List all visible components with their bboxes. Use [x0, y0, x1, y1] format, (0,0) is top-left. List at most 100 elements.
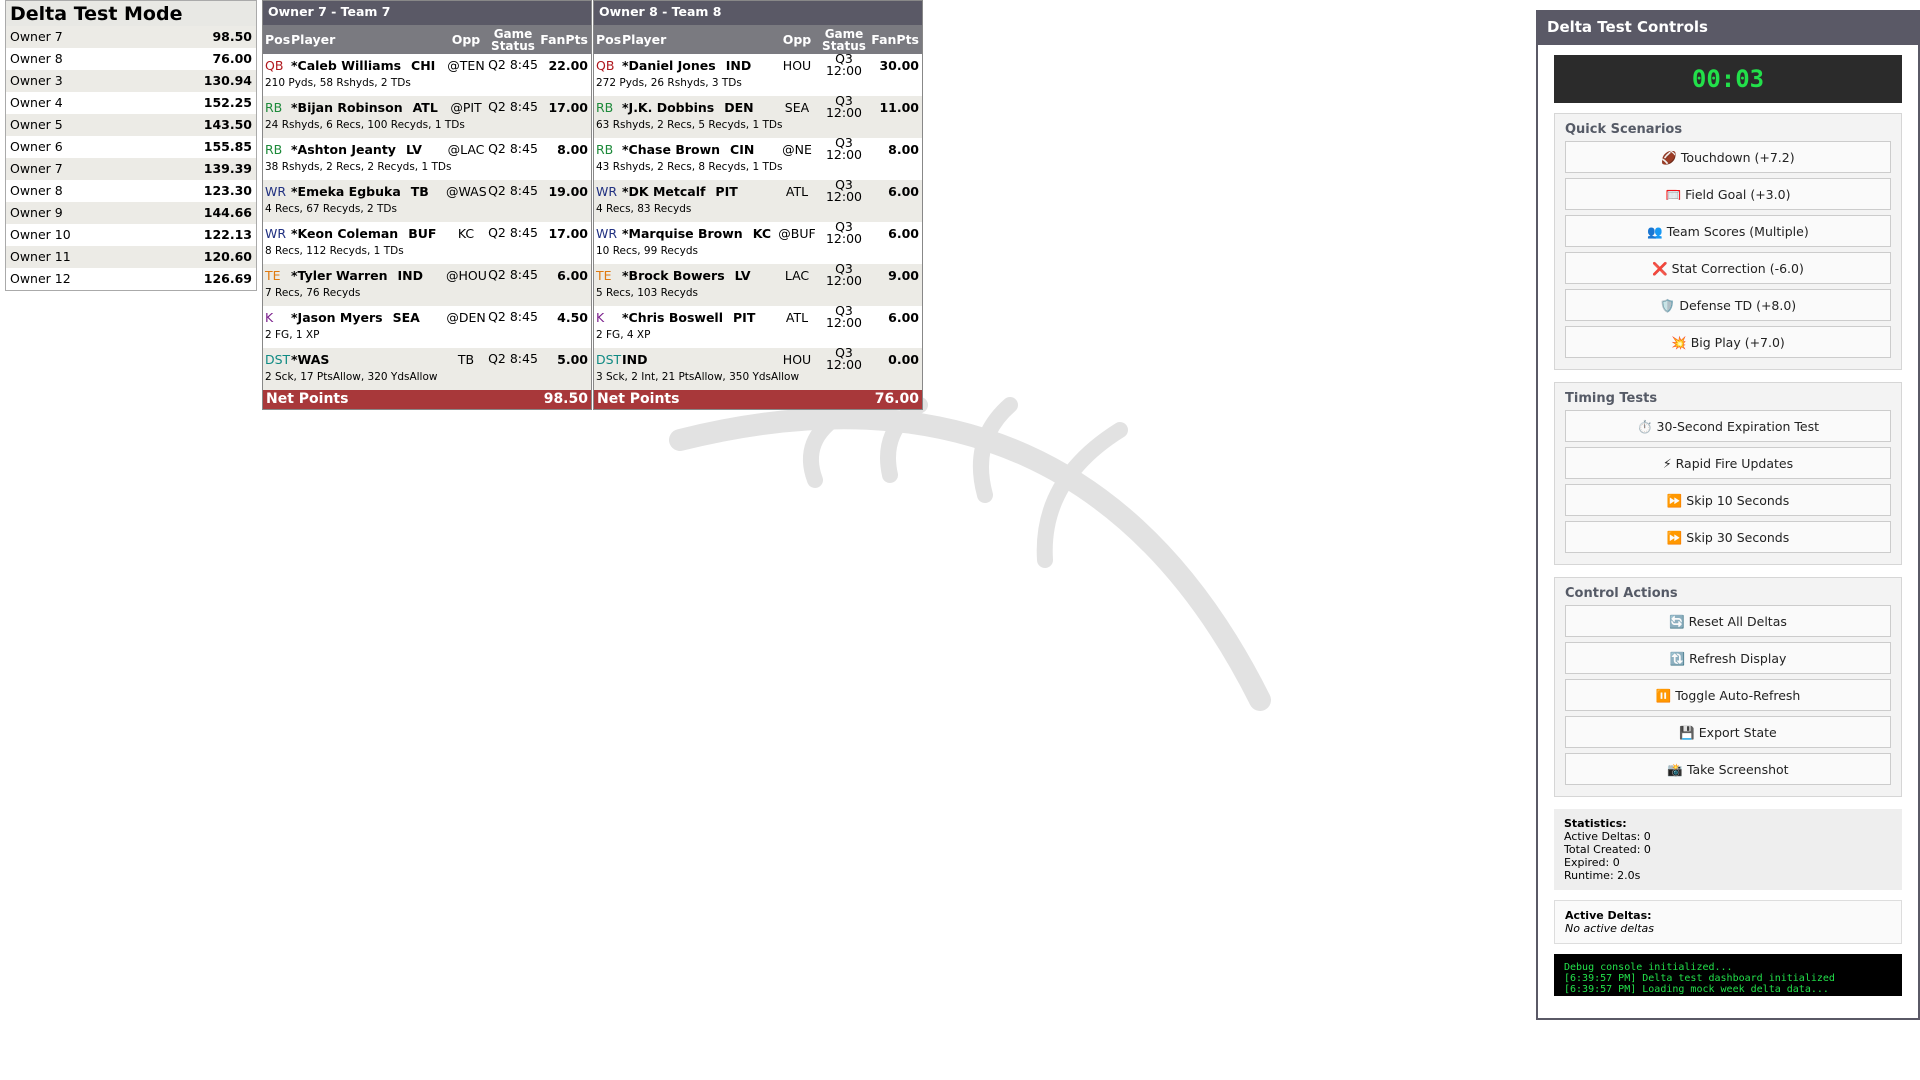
player-row[interactable]: DST IND HOU Q3 12:00 0.00 3 Sck, 2 Int, 21 Pt…: [594, 346, 922, 390]
player-name[interactable]: *Bijan Robinson: [291, 100, 403, 115]
owner-name: Owner 12: [10, 271, 71, 286]
scenario-team-scores-multiple-button[interactable]: 👥 Team Scores (Multiple): [1565, 215, 1891, 247]
player-stat-line: 7 Recs, 76 Recyds: [265, 287, 361, 299]
standings-row[interactable]: Owner 7 139.39: [6, 158, 256, 180]
player-row[interactable]: RB *Bijan Robinson ATL @PIT Q2 8:45 17.00 24 R…: [263, 96, 591, 138]
delta-test-controls-panel: Delta Test Controls 00:03 Quick Scenario…: [1536, 10, 1920, 1020]
scenario-defense-td-80-button[interactable]: 🛡️ Defense TD (+8.0): [1565, 289, 1891, 321]
player-cell: *Ashton Jeanty LV: [291, 142, 446, 157]
player-main-line: DST IND HOU Q3 12:00 0.00: [594, 346, 922, 371]
player-row[interactable]: K *Jason Myers SEA @DEN Q2 8:45 4.50 2 FG, 1 X…: [263, 306, 591, 348]
player-cell: *Marquise Brown KC: [622, 226, 777, 241]
action-export-state-button[interactable]: 💾 Export State: [1565, 716, 1891, 748]
player-name[interactable]: *Marquise Brown: [622, 226, 743, 241]
player-name[interactable]: *Ashton Jeanty: [291, 142, 396, 157]
owner-score: 155.85: [203, 139, 252, 154]
player-nfl-team: CHI: [411, 57, 436, 73]
player-name[interactable]: *Jason Myers: [291, 310, 383, 325]
player-main-line: DST *WAS TB Q2 8:45 5.00: [263, 348, 591, 370]
player-stat-line: 3 Sck, 2 Int, 21 PtsAllow, 350 YdsAllow: [596, 371, 800, 383]
player-stat-line: 8 Recs, 112 Recyds, 1 TDs: [265, 245, 404, 257]
owner-name: Owner 5: [10, 117, 63, 132]
scenario-stat-correction-60-button[interactable]: ❌ Stat Correction (-6.0): [1565, 252, 1891, 284]
player-row[interactable]: WR *Marquise Brown KC @BUF Q3 12:00 6.00 10 Re…: [594, 220, 922, 264]
player-nfl-team: IND: [725, 57, 752, 73]
player-row[interactable]: QB *Daniel Jones IND HOU Q3 12:00 30.00 272 Py…: [594, 52, 922, 96]
player-name[interactable]: *DK Metcalf: [622, 184, 705, 199]
action-refresh-display-button[interactable]: 🔃 Refresh Display: [1565, 642, 1891, 674]
player-name[interactable]: *Chris Boswell: [622, 310, 723, 325]
player-main-line: K *Chris Boswell PIT ATL Q3 12:00 6.00: [594, 304, 922, 329]
standings-row[interactable]: Owner 12 126.69: [6, 268, 256, 290]
action-take-screenshot-button[interactable]: 📸 Take Screenshot: [1565, 753, 1891, 785]
timing-skip-30-seconds-button[interactable]: ⏩ Skip 30 Seconds: [1565, 521, 1891, 553]
player-row[interactable]: WR *Emeka Egbuka TB @WAS Q2 8:45 19.00 4 Recs,…: [263, 180, 591, 222]
player-name[interactable]: *Daniel Jones: [622, 58, 716, 73]
action-toggle-autorefresh-button[interactable]: ⏸️ Toggle Auto-Refresh: [1565, 679, 1891, 711]
timing-tests-section: Timing Tests ⏱️ 30-Second Expiration Tes…: [1554, 382, 1902, 565]
player-row[interactable]: K *Chris Boswell PIT ATL Q3 12:00 6.00 2 FG, 4…: [594, 304, 922, 348]
debug-console[interactable]: Debug console initialized... [6:39:57 PM]…: [1554, 954, 1902, 996]
player-name[interactable]: *WAS: [291, 352, 329, 367]
player-position: WR: [596, 183, 618, 199]
col-player-header: Player: [291, 32, 336, 47]
player-game-status: Q3 12:00: [825, 177, 863, 204]
standings-row[interactable]: Owner 5 143.50: [6, 114, 256, 136]
player-name[interactable]: *Emeka Egbuka: [291, 184, 401, 199]
player-fantasy-points: 30.00: [879, 57, 919, 73]
timing-skip-10-seconds-button[interactable]: ⏩ Skip 10 Seconds: [1565, 484, 1891, 516]
player-nfl-team: SEA: [392, 309, 420, 325]
player-name[interactable]: *Chase Brown: [622, 142, 720, 157]
player-row[interactable]: DST *WAS TB Q2 8:45 5.00 2 Sck, 17 PtsAllow, …: [263, 348, 591, 390]
player-name[interactable]: *Brock Bowers: [622, 268, 725, 283]
player-row[interactable]: QB *Caleb Williams CHI @TEN Q2 8:45 22.00 210 …: [263, 54, 591, 96]
timing-rapid-fire-updates-button[interactable]: ⚡ Rapid Fire Updates: [1565, 447, 1891, 479]
standings-row[interactable]: Owner 10 122.13: [6, 224, 256, 246]
player-name[interactable]: *Caleb Williams: [291, 58, 401, 73]
action-reset-all-deltas-button[interactable]: 🔄 Reset All Deltas: [1565, 605, 1891, 637]
player-cell: *DK Metcalf PIT: [622, 184, 777, 199]
control-actions-title: Control Actions: [1565, 586, 1678, 601]
player-row[interactable]: TE *Brock Bowers LV LAC Q3 12:00 9.00 5 Recs, …: [594, 262, 922, 306]
player-row[interactable]: RB *J.K. Dobbins DEN SEA Q3 12:00 11.00 63 Rsh…: [594, 94, 922, 138]
standings-row[interactable]: Owner 7 98.50: [6, 26, 256, 48]
scenario-field-goal-30-button[interactable]: 🥅 Field Goal (+3.0): [1565, 178, 1891, 210]
col-opp-header: Opp: [451, 32, 481, 47]
player-opponent: @TEN: [447, 57, 485, 73]
player-opponent: ATL: [785, 309, 809, 325]
col-fanpts-header: FanPts: [540, 32, 588, 47]
owner-name: Owner 8: [10, 51, 63, 66]
standings-row[interactable]: Owner 9 144.66: [6, 202, 256, 224]
scenario-big-play-70-button[interactable]: 💥 Big Play (+7.0): [1565, 326, 1891, 358]
player-main-line: QB *Daniel Jones IND HOU Q3 12:00 30.00: [594, 52, 922, 77]
standings-row[interactable]: Owner 8 123.30: [6, 180, 256, 202]
player-cell: IND: [622, 352, 777, 367]
player-row[interactable]: WR *DK Metcalf PIT ATL Q3 12:00 6.00 4 Recs, 8…: [594, 177, 922, 222]
player-row[interactable]: WR *Keon Coleman BUF KC Q2 8:45 17.00 8 Recs, …: [263, 222, 591, 264]
player-game-status: Q2 8:45: [488, 141, 538, 156]
player-position: RB: [596, 141, 614, 157]
timing-30second-expiration-test-button[interactable]: ⏱️ 30-Second Expiration Test: [1565, 410, 1891, 442]
player-row[interactable]: RB *Chase Brown CIN @NE Q3 12:00 8.00 43 Rshyd…: [594, 136, 922, 180]
scenario-touchdown-72-button[interactable]: 🏈 Touchdown (+7.2): [1565, 141, 1891, 173]
standings-row[interactable]: Owner 4 152.25: [6, 92, 256, 114]
player-name[interactable]: *J.K. Dobbins: [622, 100, 714, 115]
owner-score: 123.30: [203, 183, 252, 198]
standings-row[interactable]: Owner 8 76.00: [6, 48, 256, 70]
col-opp-header: Opp: [782, 32, 812, 47]
standings-row[interactable]: Owner 3 130.94: [6, 70, 256, 92]
standings-row[interactable]: Owner 6 155.85: [6, 136, 256, 158]
owner-name: Owner 10: [10, 227, 71, 242]
player-row[interactable]: TE *Tyler Warren IND @HOU Q2 8:45 6.00 7 Recs,…: [263, 264, 591, 306]
player-game-status: Q2 8:45: [488, 57, 538, 72]
player-row[interactable]: RB *Ashton Jeanty LV @LAC Q2 8:45 8.00 38 Rshy…: [263, 138, 591, 180]
player-name[interactable]: *Tyler Warren: [291, 268, 388, 283]
team-panel-owner-7: Owner 7 - Team 7 Pos Player Opp Game Status F…: [262, 0, 592, 410]
player-position: DST: [596, 351, 622, 367]
player-name[interactable]: *Keon Coleman: [291, 226, 398, 241]
standings-row[interactable]: Owner 11 120.60: [6, 246, 256, 268]
player-fantasy-points: 22.00: [548, 57, 588, 73]
player-name[interactable]: IND: [622, 352, 648, 367]
player-fantasy-points: 4.50: [557, 309, 588, 325]
player-position: RB: [265, 99, 283, 115]
